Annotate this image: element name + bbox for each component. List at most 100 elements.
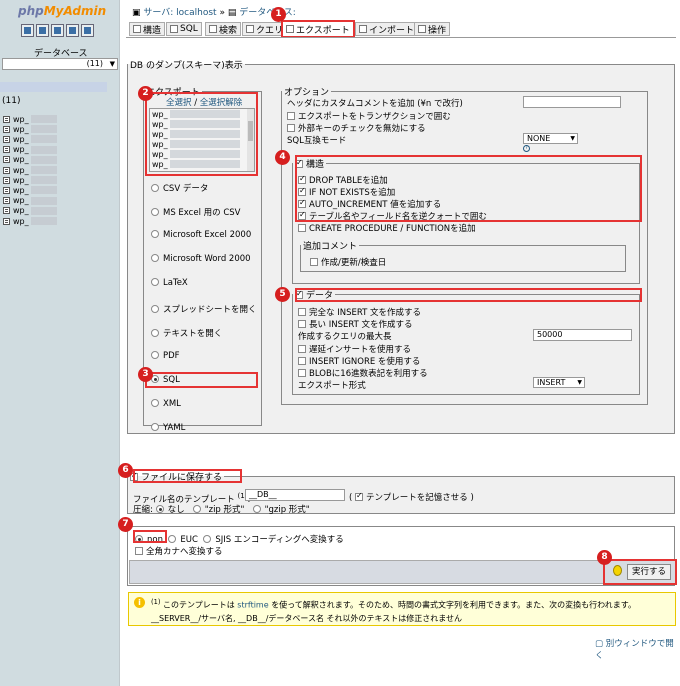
procedure-checkbox[interactable] xyxy=(298,224,306,232)
docs-icon[interactable] xyxy=(66,24,79,37)
format-radio[interactable] xyxy=(151,184,159,192)
sidebar-table-item[interactable]: wp_ xyxy=(3,145,57,155)
format-radio[interactable] xyxy=(151,230,159,239)
sql-compat-select[interactable]: NONE xyxy=(523,133,578,144)
format-radio[interactable] xyxy=(151,423,159,431)
phpmyadmin-logo[interactable]: phpMyAdmin xyxy=(18,4,106,18)
sidebar-table-item[interactable]: wp_ xyxy=(3,134,57,144)
table-icon[interactable] xyxy=(3,217,10,225)
delayed-insert-option[interactable]: 遅延インサートを使用する xyxy=(298,343,411,355)
table-icon[interactable] xyxy=(3,186,10,194)
highlight-sql-format xyxy=(145,372,258,388)
template-input[interactable]: __DB__ xyxy=(245,489,345,501)
sidebar-table-item[interactable]: wp_ xyxy=(3,114,57,124)
format-radio[interactable] xyxy=(151,254,159,263)
step-badge-4: 4 xyxy=(275,150,290,165)
extended-insert-option[interactable]: 長い INSERT 文を作成する xyxy=(298,318,413,330)
format-radio[interactable] xyxy=(151,350,159,359)
table-icon[interactable] xyxy=(3,166,10,174)
breadcrumb-database[interactable]: データベース: xyxy=(239,8,296,18)
query-window-icon[interactable] xyxy=(36,24,49,37)
table-icon[interactable] xyxy=(3,176,10,184)
sidebar-table-item[interactable]: wp_ xyxy=(3,124,57,134)
transaction-option[interactable]: エクスポートをトランザクションで囲む xyxy=(287,110,451,122)
strftime-link[interactable]: strftime xyxy=(237,601,268,610)
remember-template-checkbox[interactable] xyxy=(355,491,364,501)
hex-blob-checkbox[interactable] xyxy=(298,369,306,377)
fk-checks-option[interactable]: 外部キーのチェックを無効にする xyxy=(287,122,426,134)
sidebar-table-item[interactable]: wp_ xyxy=(3,165,57,175)
home-icon[interactable] xyxy=(21,24,34,37)
table-icon[interactable] xyxy=(3,146,10,154)
format-radio[interactable] xyxy=(151,398,159,407)
sidebar-table-item[interactable]: wp_ xyxy=(3,216,57,226)
format-option[interactable]: PDF xyxy=(151,350,180,361)
wrench-icon xyxy=(418,25,426,33)
table-icon[interactable] xyxy=(3,125,10,133)
kana-option[interactable]: 全角カナへ変換する xyxy=(135,545,223,557)
header-comment-input[interactable] xyxy=(523,96,621,108)
tab-export[interactable]: エクスポート xyxy=(281,20,355,38)
format-radio[interactable] xyxy=(151,304,159,313)
selected-database-bar[interactable] xyxy=(0,82,107,92)
table-icon[interactable] xyxy=(3,115,10,123)
delayed-insert-checkbox[interactable] xyxy=(298,345,306,353)
sql-icon[interactable] xyxy=(51,24,64,37)
compression-none-radio[interactable] xyxy=(155,505,164,513)
tab-import[interactable]: インポート xyxy=(355,22,419,36)
remember-template-option[interactable]: ( テンプレートを記憶させる ) xyxy=(349,491,474,503)
timestamps-option[interactable]: 作成/更新/検査日 xyxy=(310,256,386,268)
extended-insert-checkbox[interactable] xyxy=(298,320,306,328)
execute-bar xyxy=(129,560,677,584)
insert-ignore-option[interactable]: INSERT IGNORE を使用する xyxy=(298,355,420,367)
format-radio[interactable] xyxy=(151,278,159,287)
timestamps-checkbox[interactable] xyxy=(310,258,318,266)
encoding-euc-radio[interactable] xyxy=(168,535,177,543)
format-option[interactable]: MS Excel 用の CSV xyxy=(151,206,241,218)
format-radio[interactable] xyxy=(151,208,159,217)
table-icon[interactable] xyxy=(3,197,10,205)
compression-zip-radio[interactable] xyxy=(192,505,201,513)
insert-ignore-checkbox[interactable] xyxy=(298,357,306,365)
step-badge-5: 5 xyxy=(275,287,290,302)
sidebar-table-item[interactable]: wp_ xyxy=(3,185,57,195)
format-option[interactable]: テキストを開く xyxy=(151,327,222,339)
tab-sql[interactable]: SQL xyxy=(166,22,202,36)
breadcrumb-server[interactable]: サーバ: localhost xyxy=(143,8,216,18)
format-option[interactable]: YAML xyxy=(151,423,185,433)
kana-checkbox[interactable] xyxy=(135,547,143,555)
help-icon[interactable] xyxy=(81,24,94,37)
new-window-link[interactable]: ▢ 別ウィンドウで開く xyxy=(595,637,680,661)
help-icon[interactable]: ? xyxy=(523,145,530,152)
table-icon[interactable] xyxy=(3,135,10,143)
export-type-select[interactable]: INSERT xyxy=(533,377,585,388)
fk-checks-checkbox[interactable] xyxy=(287,124,295,132)
complete-insert-option[interactable]: 完全な INSERT 文を作成する xyxy=(298,306,421,318)
sidebar-table-item[interactable]: wp_ xyxy=(3,196,57,206)
database-select[interactable]: (11) xyxy=(2,58,118,70)
sidebar-table-item[interactable]: wp_ xyxy=(3,175,57,185)
transaction-checkbox[interactable] xyxy=(287,112,295,120)
max-query-input[interactable]: 50000 xyxy=(533,329,632,341)
format-option[interactable]: LaTeX xyxy=(151,278,188,288)
format-option[interactable]: Microsoft Excel 2000 xyxy=(151,230,251,240)
sidebar-table-item[interactable]: wp_ xyxy=(3,206,57,216)
tab-search[interactable]: 検索 xyxy=(205,22,242,36)
compression-gzip-radio[interactable] xyxy=(252,505,261,513)
procedure-option[interactable]: CREATE PROCEDURE / FUNCTIONを追加 xyxy=(298,222,476,234)
complete-insert-checkbox[interactable] xyxy=(298,308,306,316)
encoding-sjis-radio[interactable] xyxy=(203,535,212,543)
tab-operations[interactable]: 操作 xyxy=(414,22,451,36)
highlight-data xyxy=(295,288,642,302)
table-icon[interactable] xyxy=(3,207,10,215)
format-option[interactable]: XML xyxy=(151,398,181,409)
sidebar-table-item[interactable]: wp_ xyxy=(3,155,57,165)
table-icon[interactable] xyxy=(3,156,10,164)
format-option[interactable]: Microsoft Word 2000 xyxy=(151,254,251,264)
hex-blob-option[interactable]: BLOBに16進数表記を利用する xyxy=(298,367,428,379)
tab-structure[interactable]: 構造 xyxy=(129,22,166,36)
format-option[interactable]: CSV データ xyxy=(151,182,208,194)
format-option[interactable]: スプレッドシートを開く xyxy=(151,303,257,315)
format-radio[interactable] xyxy=(151,328,159,337)
template-note: (1) このテンプレートは strftime を使って解釈されます。そのため、時… xyxy=(128,592,676,626)
